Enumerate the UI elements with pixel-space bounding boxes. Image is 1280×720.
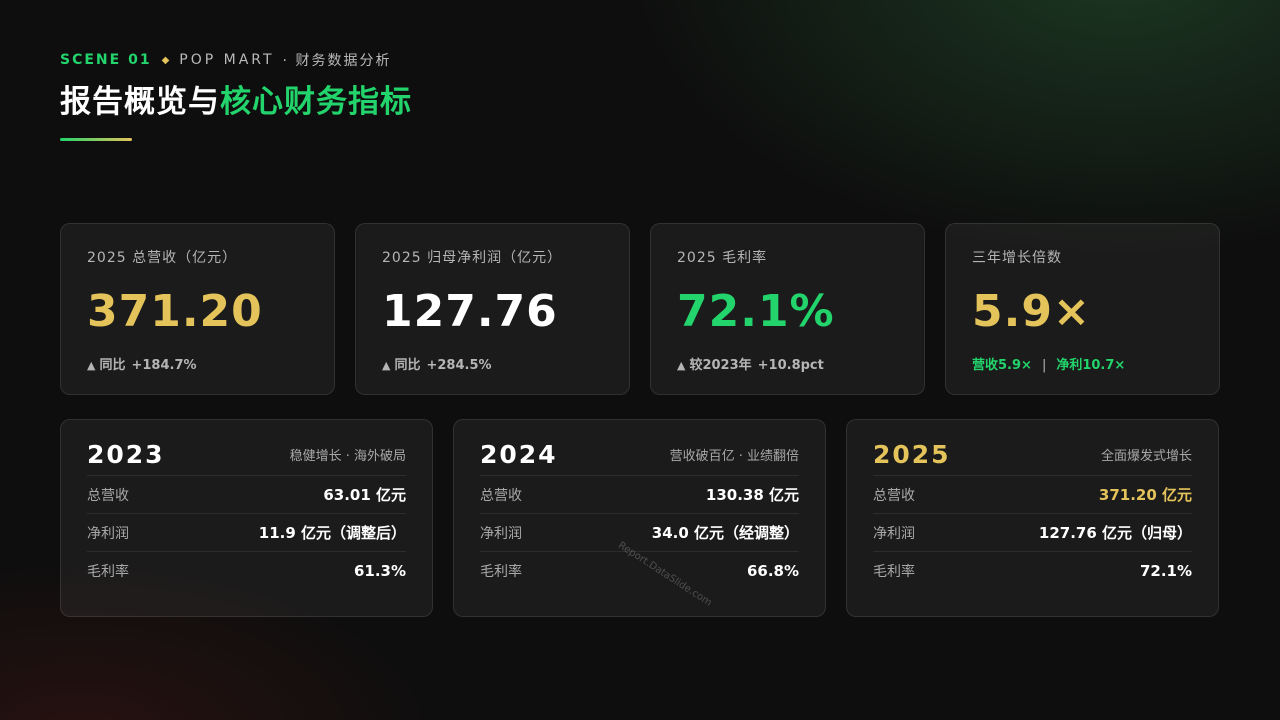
header: SCENE 01 ◆ POP MART · 财务数据分析 报告概览与核心财务指标 <box>60 50 412 141</box>
metric-label: 毛利率 <box>87 564 129 580</box>
kpi-card-growth-multiple: 三年增长倍数 5.9× 营收5.9× | 净利10.7× <box>945 223 1220 395</box>
metric-value: 127.76 亿元（归母） <box>1038 524 1192 542</box>
year-card-header: 2024 营收破百亿 · 业绩翻倍 <box>480 440 799 476</box>
kpi-value: 5.9× <box>972 286 1091 337</box>
title-main: 报告概览与 <box>60 84 220 120</box>
metric-label: 总营收 <box>873 487 915 504</box>
year-number: 2023 <box>87 440 165 469</box>
metric-value: 34.0 亿元（经调整） <box>651 524 799 542</box>
kpi-card-revenue: 2025 总营收（亿元） 371.20 ▲ 同比 +184.7% <box>60 223 335 395</box>
metric-row-gross-margin: 毛利率 72.1% <box>873 552 1192 590</box>
year-number: 2025 <box>873 440 951 469</box>
metric-row-revenue: 总营收 130.38 亿元 <box>480 476 799 514</box>
metric-label: 毛利率 <box>480 564 522 580</box>
metric-row-net-profit: 净利润 11.9 亿元（调整后） <box>87 514 406 552</box>
metric-row-revenue: 总营收 371.20 亿元 <box>873 476 1192 514</box>
page-title: 报告概览与核心财务指标 <box>60 82 412 122</box>
kpi-label: 2025 归母净利润（亿元） <box>382 250 563 266</box>
kpi-multiples: 营收5.9× | 净利10.7× <box>972 356 1193 376</box>
year-card-header: 2025 全面爆发式增长 <box>873 440 1192 476</box>
metric-label: 总营收 <box>87 487 129 504</box>
diamond-icon: ◆ <box>161 54 170 66</box>
year-tagline: 稳健增长 · 海外破局 <box>289 449 406 464</box>
up-arrow-icon: ▲ <box>382 359 391 372</box>
metric-value: 61.3% <box>353 562 406 580</box>
year-number: 2024 <box>480 440 558 469</box>
metric-label: 总营收 <box>480 487 522 504</box>
year-card-2025: 2025 全面爆发式增长 总营收 371.20 亿元 净利润 127.76 亿元… <box>846 419 1219 617</box>
metric-row-net-profit: 净利润 34.0 亿元（经调整） <box>480 514 799 552</box>
metric-value: 63.01 亿元 <box>323 486 406 504</box>
kpi-change-label: 同比 <box>394 358 421 373</box>
metric-value: 371.20 亿元 <box>1098 486 1192 504</box>
kpi-value: 371.20 <box>87 286 263 337</box>
kpi-value: 72.1% <box>677 286 835 337</box>
year-tagline: 全面爆发式增长 <box>1100 449 1192 464</box>
brand-name: POP MART <box>179 52 275 68</box>
year-card-header: 2023 稳健增长 · 海外破局 <box>87 440 406 476</box>
up-arrow-icon: ▲ <box>87 359 96 372</box>
year-card-2023: 2023 稳健增长 · 海外破局 总营收 63.01 亿元 净利润 11.9 亿… <box>60 419 433 617</box>
kpi-change-label: 同比 <box>99 358 126 373</box>
kpi-change: ▲ 较2023年 +10.8pct <box>677 356 898 376</box>
metric-label: 毛利率 <box>873 564 915 580</box>
metric-value: 11.9 亿元（调整后） <box>258 524 406 542</box>
metric-value: 130.38 亿元 <box>705 486 799 504</box>
metric-value: 66.8% <box>746 562 799 580</box>
kpi-value: 127.76 <box>382 286 558 337</box>
metric-row-revenue: 总营收 63.01 亿元 <box>87 476 406 514</box>
metric-value: 72.1% <box>1139 562 1192 580</box>
kpi-label: 2025 总营收（亿元） <box>87 250 238 266</box>
profit-multiple: 净利10.7× <box>1056 358 1126 373</box>
metric-row-net-profit: 净利润 127.76 亿元（归母） <box>873 514 1192 552</box>
scene-subtitle: · 财务数据分析 <box>282 53 392 69</box>
metric-label: 净利润 <box>87 525 129 542</box>
kpi-change: ▲ 同比 +284.5% <box>382 356 603 376</box>
kpi-change-value: +184.7% <box>131 358 197 373</box>
kpi-change-value: +10.8pct <box>757 358 824 373</box>
kpi-label: 2025 毛利率 <box>677 250 768 266</box>
kpi-change: ▲ 同比 +184.7% <box>87 356 308 376</box>
up-arrow-icon: ▲ <box>677 359 686 372</box>
kpi-change-label: 较2023年 <box>689 358 752 373</box>
multiple-separator: | <box>1041 358 1047 373</box>
metric-row-gross-margin: 毛利率 61.3% <box>87 552 406 590</box>
kpi-card-net-profit: 2025 归母净利润（亿元） 127.76 ▲ 同比 +284.5% <box>355 223 630 395</box>
title-underline <box>60 138 132 141</box>
kpi-change-value: +284.5% <box>426 358 492 373</box>
metric-label: 净利润 <box>480 525 522 542</box>
scene-line: SCENE 01 ◆ POP MART · 财务数据分析 <box>60 50 412 70</box>
year-tagline: 营收破百亿 · 业绩翻倍 <box>669 449 799 464</box>
kpi-label: 三年增长倍数 <box>972 250 1062 266</box>
revenue-multiple: 营收5.9× <box>972 358 1032 373</box>
kpi-card-gross-margin: 2025 毛利率 72.1% ▲ 较2023年 +10.8pct <box>650 223 925 395</box>
title-highlight: 核心财务指标 <box>220 84 412 120</box>
year-card-2024: 2024 营收破百亿 · 业绩翻倍 总营收 130.38 亿元 净利润 34.0… <box>453 419 826 617</box>
scene-tag: SCENE 01 <box>60 52 152 68</box>
metric-label: 净利润 <box>873 525 915 542</box>
